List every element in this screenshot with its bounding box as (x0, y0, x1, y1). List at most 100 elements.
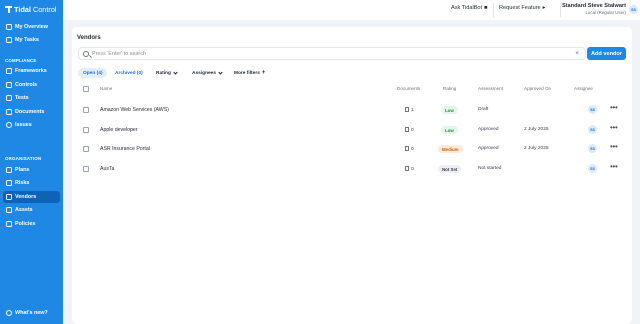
logo-text-light: Control (32, 5, 57, 14)
column-header-name[interactable]: Name (100, 86, 112, 91)
sidebar-item-label: Documents (15, 109, 45, 115)
request-feature-button[interactable]: Request Feature ▸ (499, 5, 545, 11)
assignee-avatar[interactable]: SS (588, 105, 597, 114)
chevron-down-icon (173, 70, 178, 75)
column-header-assignee[interactable]: Assignee (574, 86, 593, 91)
documents-count-value: 0 (411, 167, 414, 172)
approved-on: 2 July 2025 (524, 127, 549, 132)
sidebar-item-my-overview[interactable]: My Overview (3, 21, 60, 33)
column-header-rating[interactable]: Rating (443, 86, 456, 91)
whats-new-button[interactable]: What's new? (3, 307, 60, 319)
tab-open[interactable]: Open (4) (78, 68, 108, 78)
sidebar-item-assets[interactable]: Assets (3, 204, 60, 216)
documents-count: 0 (405, 166, 414, 172)
sidebar-item-label: Policies (15, 221, 36, 227)
more-options-icon[interactable]: ••• (610, 123, 618, 132)
divider (493, 3, 494, 17)
sidebar-item-frameworks[interactable]: Frameworks (3, 65, 60, 77)
table-row[interactable]: Amazon Web Services (AWS) 1 Low Draft SS… (72, 100, 632, 120)
sidebar-item-label: Issues (15, 122, 32, 128)
sidebar-item-risks[interactable]: Risks (3, 177, 60, 189)
sidebar-item-policies[interactable]: Policies (3, 218, 60, 230)
close-icon[interactable]: × (575, 50, 579, 57)
search-input[interactable]: Press 'Enter' to search × (78, 47, 586, 60)
sidebar-item-label: Vendors (15, 194, 37, 200)
add-vendor-button[interactable]: Add vendor (587, 47, 626, 60)
row-checkbox[interactable] (83, 107, 89, 113)
chevron-down-icon (218, 70, 223, 75)
assets-icon (6, 207, 12, 213)
vendor-name[interactable]: Apple developer (100, 127, 138, 133)
app-logo[interactable]: Tidal Control (5, 5, 56, 14)
search-placeholder: Press 'Enter' to search (92, 51, 146, 57)
user-role: Local (Regular User) (585, 10, 626, 15)
sidebar-item-label: Plans (15, 167, 30, 173)
tab-archived[interactable]: Archived (0) (110, 68, 148, 78)
assessment-status: Not started (478, 166, 502, 171)
row-checkbox[interactable] (83, 166, 89, 172)
issues-icon (6, 122, 12, 128)
vendor-name[interactable]: Amazon Web Services (AWS) (100, 107, 169, 113)
table-row[interactable]: ASR Insurance Portal 0 Medium Approved 2… (72, 139, 632, 159)
documents-count-value: 1 (411, 108, 414, 113)
vendors-icon (6, 194, 12, 200)
more-options-icon[interactable]: ••• (610, 162, 618, 171)
plus-icon: + (261, 70, 266, 76)
column-header-documents[interactable]: Documents (397, 86, 420, 91)
top-bar: Ask TidalBot ■ Request Feature ▸ Standar… (63, 0, 640, 20)
documents-count: 0 (405, 146, 414, 152)
column-header-approved-on[interactable]: Approved On (524, 86, 551, 91)
controls-icon (6, 82, 12, 88)
sidebar-item-controls[interactable]: Controls (3, 79, 60, 91)
sidebar-item-label: Controls (15, 82, 38, 88)
logo-text-bold: Tidal (14, 5, 31, 14)
row-checkbox[interactable] (83, 127, 89, 133)
rating-badge: Low (441, 106, 458, 114)
assessment-status: Approved (478, 146, 499, 151)
document-icon (405, 107, 409, 112)
assignee-avatar[interactable]: SS (588, 164, 597, 173)
row-checkbox[interactable] (83, 146, 89, 152)
sidebar-item-my-tasks[interactable]: My Tasks (3, 34, 60, 46)
assignee-avatar[interactable]: SS (588, 125, 597, 134)
assessment-status: Approved (478, 127, 499, 132)
documents-count: 1 (405, 107, 414, 113)
select-all-checkbox[interactable] (83, 86, 89, 92)
sidebar-item-plans[interactable]: Plans (3, 164, 60, 176)
sidebar-item-documents[interactable]: Documents (3, 106, 60, 118)
table-row[interactable]: Apple developer 0 Low Approved 2 July 20… (72, 120, 632, 140)
whats-new-label: What's new? (15, 310, 48, 316)
assessment-status: Draft (478, 107, 489, 112)
documents-count-value: 0 (411, 147, 414, 152)
more-options-icon[interactable]: ••• (610, 142, 618, 151)
more-filters-button[interactable]: More filters + (234, 68, 265, 78)
column-header-assessment[interactable]: Assessment (478, 86, 503, 91)
avatar[interactable]: SS (629, 5, 638, 14)
tests-icon (6, 95, 12, 101)
more-options-icon[interactable]: ••• (610, 103, 618, 112)
assignees-filter-label: Assignees (192, 70, 216, 76)
documents-count: 0 (405, 127, 414, 133)
sidebar-item-label: My Overview (15, 24, 48, 30)
rating-filter-label: Rating (156, 70, 171, 76)
rating-badge: Medium (438, 145, 463, 153)
assignees-filter[interactable]: Assignees (192, 68, 223, 78)
ask-tidalbot-button[interactable]: Ask TidalBot ■ (451, 5, 487, 11)
policies-icon (6, 221, 12, 227)
plans-icon (6, 167, 12, 173)
request-feature-label: Request Feature (499, 5, 541, 11)
user-name[interactable]: Standard Steve Stalwart (562, 3, 626, 9)
vendor-name[interactable]: ASR Insurance Portal (100, 146, 150, 152)
vendor-name[interactable]: AusTa (100, 166, 114, 172)
sidebar-item-label: Frameworks (15, 68, 47, 74)
table-row[interactable]: AusTa 0 Not Set Not started SS ••• (72, 159, 632, 179)
sidebar-item-tests[interactable]: Tests (3, 92, 60, 104)
risks-icon (6, 180, 12, 186)
sidebar-item-issues[interactable]: Issues (3, 119, 60, 131)
sidebar: Tidal Control My Overview My Tasks COMPLI… (0, 0, 63, 324)
megaphone-icon: ▸ (542, 5, 546, 11)
documents-icon (6, 109, 12, 115)
rating-filter[interactable]: Rating (156, 68, 178, 78)
sidebar-item-vendors[interactable]: Vendors (3, 191, 60, 203)
assignee-avatar[interactable]: SS (588, 144, 597, 153)
